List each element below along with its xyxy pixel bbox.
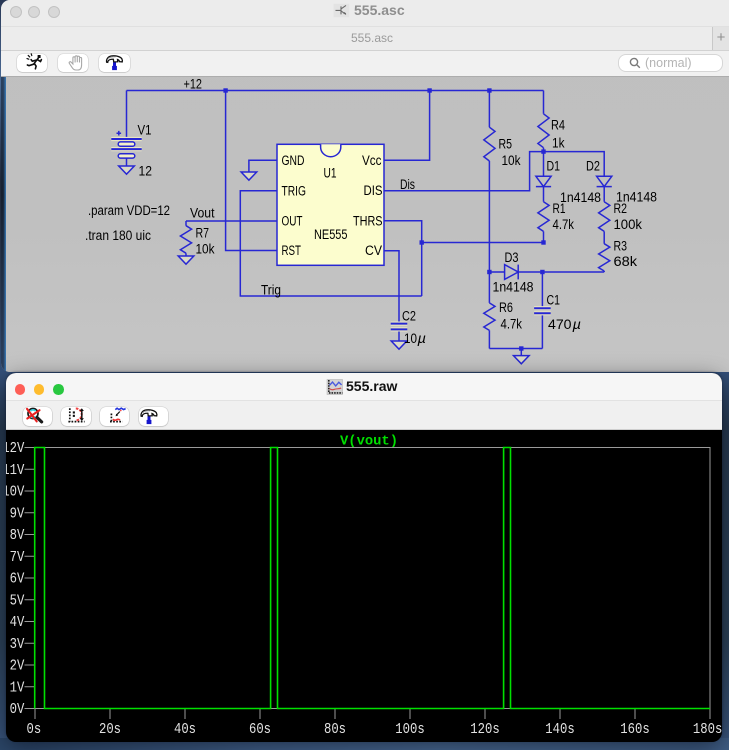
svg-text:C1: C1 bbox=[547, 293, 561, 308]
svg-text:TRIG: TRIG bbox=[282, 184, 307, 199]
svg-text:µ: µ bbox=[418, 331, 427, 346]
svg-text:R7: R7 bbox=[196, 226, 210, 241]
svg-text:10: 10 bbox=[404, 331, 417, 346]
svg-text:10k: 10k bbox=[196, 242, 215, 257]
svg-text:R3: R3 bbox=[614, 239, 628, 254]
svg-text:D2: D2 bbox=[586, 159, 600, 174]
svg-text:3V: 3V bbox=[10, 637, 25, 653]
svg-text:60s: 60s bbox=[249, 722, 271, 738]
svg-text:Vcc: Vcc bbox=[362, 153, 382, 168]
svg-text:CV: CV bbox=[365, 243, 382, 258]
svg-text:R6: R6 bbox=[499, 300, 513, 315]
svg-text:RST: RST bbox=[282, 243, 302, 258]
svg-text:4.7k: 4.7k bbox=[501, 317, 523, 332]
svg-text:1V: 1V bbox=[10, 680, 25, 696]
svg-text:160s: 160s bbox=[620, 722, 649, 738]
svg-text:100s: 100s bbox=[395, 722, 424, 738]
svg-text:THRS: THRS bbox=[353, 214, 383, 229]
svg-text:68k: 68k bbox=[614, 254, 638, 269]
svg-text:D3: D3 bbox=[505, 250, 519, 265]
svg-text:R2: R2 bbox=[614, 201, 628, 216]
svg-text:R1: R1 bbox=[553, 201, 566, 216]
svg-text:V1: V1 bbox=[138, 123, 152, 138]
svg-text:180s: 180s bbox=[693, 722, 722, 738]
svg-text:1k: 1k bbox=[552, 136, 565, 151]
svg-text:U1: U1 bbox=[324, 166, 337, 181]
svg-text:DIS: DIS bbox=[364, 183, 383, 198]
svg-text:R5: R5 bbox=[499, 137, 513, 152]
svg-text:OUT: OUT bbox=[282, 214, 303, 229]
svg-text:120s: 120s bbox=[470, 722, 499, 738]
svg-text:NE555: NE555 bbox=[314, 227, 348, 242]
svg-text:Trig: Trig bbox=[261, 283, 281, 298]
svg-text:11V: 11V bbox=[6, 463, 25, 479]
svg-text:80s: 80s bbox=[324, 722, 346, 738]
svg-text:µ: µ bbox=[573, 317, 582, 332]
svg-text:Vout: Vout bbox=[190, 206, 215, 221]
svg-text:7V: 7V bbox=[10, 550, 25, 566]
svg-text:20s: 20s bbox=[99, 722, 121, 738]
svg-text:40s: 40s bbox=[174, 722, 196, 738]
svg-text:+12: +12 bbox=[184, 77, 203, 92]
svg-text:.param VDD=12: .param VDD=12 bbox=[88, 203, 170, 218]
svg-text:10k: 10k bbox=[502, 153, 521, 168]
svg-text:Dis: Dis bbox=[400, 177, 415, 192]
svg-text:0s: 0s bbox=[27, 722, 42, 738]
svg-text:6V: 6V bbox=[10, 572, 25, 588]
svg-text:140s: 140s bbox=[545, 722, 574, 738]
svg-text:GND: GND bbox=[282, 153, 305, 168]
svg-text:9V: 9V bbox=[10, 506, 25, 522]
svg-text:5V: 5V bbox=[10, 593, 25, 609]
svg-text:.tran 180 uic: .tran 180 uic bbox=[85, 228, 151, 243]
svg-text:R4: R4 bbox=[551, 118, 565, 133]
svg-text:D1: D1 bbox=[547, 159, 561, 174]
svg-text:1n4148: 1n4148 bbox=[560, 190, 601, 205]
svg-text:4V: 4V bbox=[10, 615, 25, 631]
svg-text:12: 12 bbox=[139, 164, 153, 179]
svg-text:0V: 0V bbox=[10, 702, 25, 718]
svg-text:470: 470 bbox=[548, 317, 572, 332]
svg-text:12V: 12V bbox=[6, 441, 25, 457]
svg-text:1n4148: 1n4148 bbox=[493, 280, 534, 295]
svg-text:C2: C2 bbox=[402, 309, 416, 324]
svg-text:2V: 2V bbox=[10, 659, 25, 675]
svg-text:4.7k: 4.7k bbox=[553, 217, 575, 232]
svg-text:10V: 10V bbox=[6, 485, 25, 501]
svg-text:8V: 8V bbox=[10, 528, 25, 544]
svg-text:100k: 100k bbox=[614, 217, 643, 232]
